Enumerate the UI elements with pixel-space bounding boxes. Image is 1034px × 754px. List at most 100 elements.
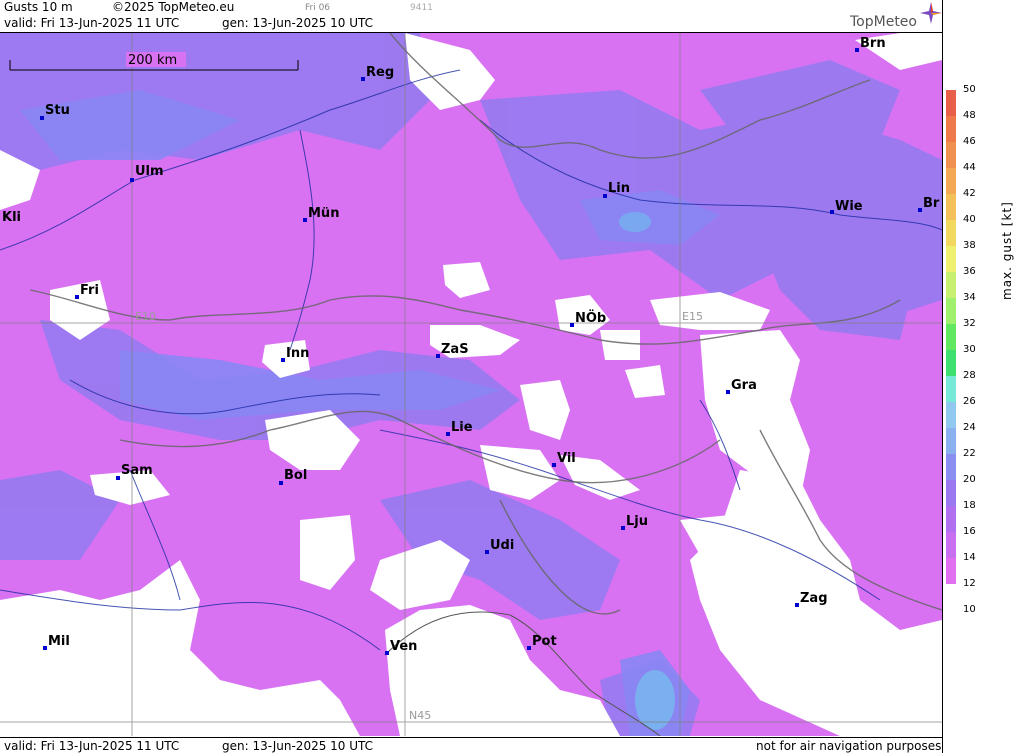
city-marker-zag	[795, 603, 799, 607]
product-title: Gusts 10 m	[4, 0, 73, 14]
scale-label: 200 km	[128, 53, 177, 68]
city-label-gra: Gra	[731, 378, 757, 393]
legend-tick-label: 14	[963, 552, 976, 563]
city-label-wie: Wie	[835, 199, 863, 214]
valid-time: valid: Fri 13-Jun-2025 11 UTC	[4, 16, 180, 30]
legend-color-segment	[946, 402, 956, 428]
legend-tick-label: 50	[963, 84, 976, 95]
city-label-zas: ZaS	[441, 342, 469, 357]
city-marker-stu	[40, 116, 44, 120]
legend-tick-label: 34	[963, 292, 976, 303]
city-label-fri: Fri	[80, 283, 99, 298]
legend-color-segment	[946, 324, 956, 350]
city-marker-br	[918, 208, 922, 212]
city-label-vil: Vil	[557, 451, 576, 466]
city-label-br: Br	[923, 196, 940, 211]
legend-title: max. gust [kt]	[1000, 201, 1014, 300]
city-marker-mun	[303, 218, 307, 222]
brand-star-icon	[920, 2, 942, 24]
top-header: Gusts 10 m ©2025 TopMeteo.eu Fri 06 9411…	[0, 0, 942, 33]
legend-color-segment	[946, 142, 956, 168]
legend-color-segment	[946, 506, 956, 532]
legend-tick-label: 18	[963, 500, 976, 511]
city-marker-brn	[855, 48, 859, 52]
legend-tick-label: 20	[963, 474, 976, 485]
legend-tick-label: 40	[963, 214, 976, 225]
city-marker-bol	[279, 481, 283, 485]
bottom-footer: valid: Fri 13-Jun-2025 11 UTC gen: 13-Ju…	[0, 737, 942, 754]
city-label-ulm: Ulm	[135, 164, 164, 179]
legend-color-segment	[946, 454, 956, 480]
footer-disclaimer: not for air navigation purposes	[756, 739, 942, 753]
grid-label-e15: E15	[682, 310, 703, 323]
city-marker-nob	[570, 323, 574, 327]
city-marker-ven	[385, 651, 389, 655]
legend-tick-label: 22	[963, 448, 976, 459]
city-label-mun: Mün	[308, 206, 339, 221]
legend-tick-label: 16	[963, 526, 976, 537]
legend-color-segment	[946, 90, 956, 116]
city-label-pot: Pot	[532, 634, 557, 649]
legend-color-segment	[946, 480, 956, 506]
gust-map[interactable]: E10 E15 N45 200 km Brn Reg Stu Ulm Kli L…	[0, 33, 942, 736]
legend-tick-label: 10	[963, 604, 976, 615]
city-marker-pot	[527, 646, 531, 650]
city-marker-gra	[726, 390, 730, 394]
legend-tick-label: 26	[963, 396, 976, 407]
city-label-udi: Udi	[490, 538, 514, 553]
legend-color-segment	[946, 376, 956, 402]
city-label-bol: Bol	[284, 468, 307, 483]
legend-color-segment	[946, 116, 956, 142]
city-label-kli: Kli	[2, 210, 21, 225]
city-marker-lie	[446, 432, 450, 436]
city-marker-reg	[361, 77, 365, 81]
copyright: ©2025 TopMeteo.eu	[112, 0, 235, 14]
city-label-nob: NÖb	[575, 310, 606, 326]
city-marker-mil	[43, 646, 47, 650]
legend-tick-label: 30	[963, 344, 976, 355]
legend-tick-label: 24	[963, 422, 976, 433]
city-label-lie: Lie	[451, 420, 473, 435]
model-run: Fri 06	[305, 3, 331, 13]
legend-color-segment	[946, 532, 956, 558]
brand-logo-text: TopMeteo	[850, 14, 917, 30]
city-marker-inn	[281, 358, 285, 362]
city-label-mil: Mil	[48, 634, 70, 649]
footer-generated-time: gen: 13-Jun-2025 10 UTC	[222, 739, 374, 753]
legend-tick-label: 36	[963, 266, 976, 277]
city-label-reg: Reg	[366, 65, 394, 80]
legend-color-segment	[946, 168, 956, 194]
city-marker-ulm	[130, 178, 134, 182]
city-label-zag: Zag	[800, 591, 828, 606]
grid-label-n45: N45	[409, 709, 431, 722]
city-marker-wie	[830, 210, 834, 214]
legend-color-segment	[946, 298, 956, 324]
legend-tick-label: 32	[963, 318, 976, 329]
city-marker-lin	[603, 194, 607, 198]
city-marker-zas	[436, 354, 440, 358]
city-marker-udi	[485, 550, 489, 554]
color-legend: 50 48 46 44 42 40 38 36 34 32 30 28 26 24 22 20 18 16 14 12…	[942, 0, 1034, 753]
city-marker-lju	[621, 526, 625, 530]
legend-tick-label: 48	[963, 110, 976, 121]
legend-tick-label: 12	[963, 578, 976, 589]
city-label-inn: Inn	[286, 346, 309, 361]
city-label-brn: Brn	[860, 36, 886, 51]
legend-color-segment	[946, 584, 956, 610]
city-label-ven: Ven	[390, 639, 417, 654]
legend-tick-label: 28	[963, 370, 976, 381]
legend-tick-label: 42	[963, 188, 976, 199]
legend-color-segment	[946, 558, 956, 584]
legend-color-segment	[946, 272, 956, 298]
city-label-lin: Lin	[608, 181, 630, 196]
legend-tick-label: 44	[963, 162, 976, 173]
legend-color-segment	[946, 350, 956, 376]
grid-label-e10: E10	[135, 310, 156, 323]
legend-color-segment	[946, 246, 956, 272]
legend-color-segment	[946, 428, 956, 454]
city-label-sam: Sam	[121, 463, 153, 478]
city-label-lju: Lju	[626, 514, 648, 529]
city-marker-fri	[75, 295, 79, 299]
generated-time: gen: 13-Jun-2025 10 UTC	[222, 16, 374, 30]
run-code: 9411	[410, 3, 433, 13]
